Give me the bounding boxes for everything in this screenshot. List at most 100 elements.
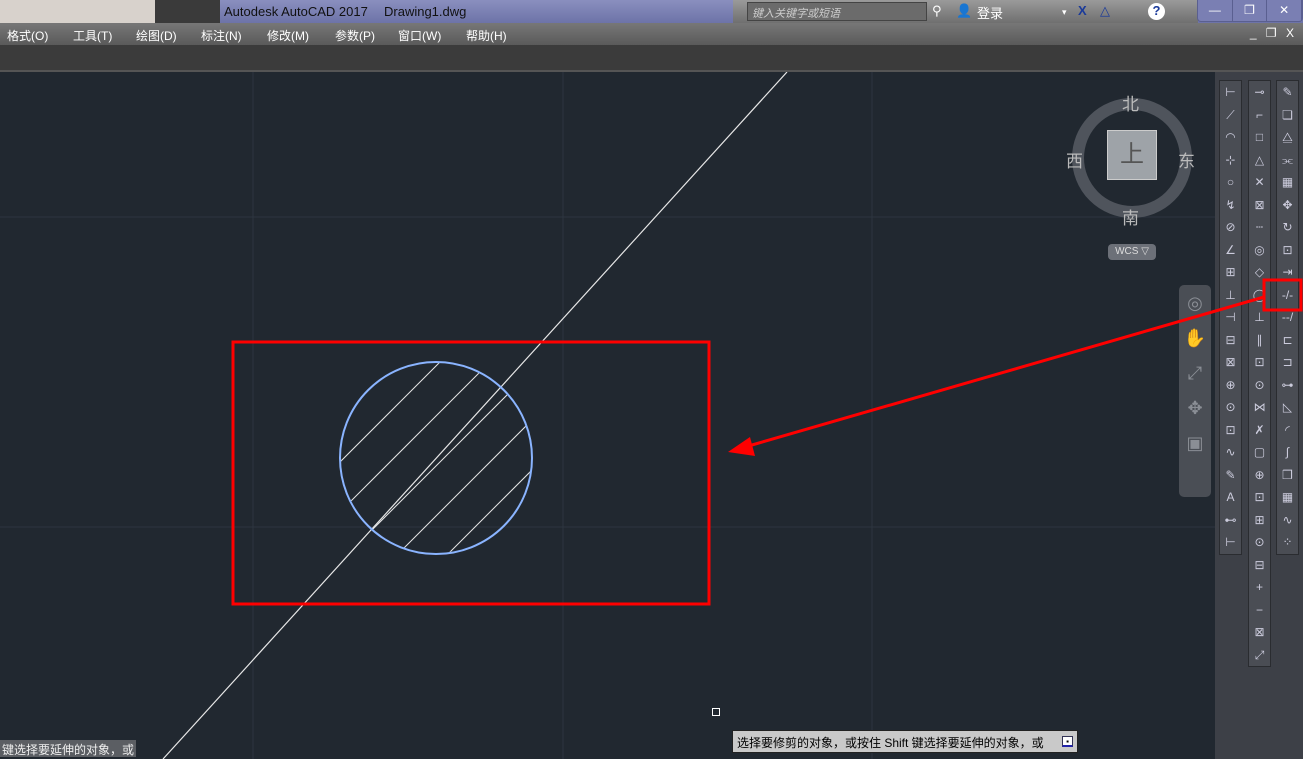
stretch-icon[interactable]: ⇥ [1277,261,1298,284]
pan-icon[interactable]: ✋ [1179,328,1211,363]
mirror-icon[interactable]: ⧋ [1277,126,1298,149]
join-icon[interactable]: ⊶ [1277,374,1298,397]
jogged-icon[interactable]: ↯ [1220,194,1241,217]
extend-icon[interactable]: --/ [1277,306,1298,329]
intersection-icon[interactable]: ✕ [1249,171,1270,194]
steering-wheel-icon[interactable]: ◎ [1179,293,1211,328]
fillet-icon[interactable]: ◜ [1277,419,1298,442]
compass-west[interactable]: 西 [1066,147,1083,172]
a360-icon[interactable]: △ [1100,3,1110,19]
radius-icon[interactable]: ○ [1220,171,1241,194]
help-icon[interactable]: ? [1148,3,1165,20]
linear-dim-icon[interactable]: ⊢ [1220,81,1241,104]
endpoint-icon[interactable]: □ [1249,126,1270,149]
menu-help[interactable]: 帮助(H) [466,27,507,44]
erase-icon[interactable]: ✎ [1277,81,1298,104]
break-at-point-icon[interactable]: ⊏ [1277,329,1298,352]
break-icon[interactable]: ⊠ [1220,351,1241,374]
array-icon[interactable]: ▦ [1277,171,1298,194]
extension-icon[interactable]: ┄ [1249,216,1270,239]
edit-polyline-icon[interactable]: ∿ [1277,509,1298,532]
login-dropdown-icon[interactable]: ▾ [1062,7,1067,18]
inspect-icon[interactable]: ⊡ [1220,419,1241,442]
ordinate-icon[interactable]: ⊹ [1220,149,1241,172]
menu-window[interactable]: 窗口(W) [398,27,441,44]
nearest-icon[interactable]: ⋈ [1249,396,1270,419]
scale-icon[interactable]: ⊡ [1277,239,1298,262]
apparent-int-icon[interactable]: ⊠ [1249,194,1270,217]
quadrant-icon[interactable]: ◇ [1249,261,1270,284]
edit-spline-icon[interactable]: ⁘ [1277,531,1298,554]
arc-length-icon[interactable]: ◠ [1220,126,1241,149]
explode-icon[interactable]: ❒ [1277,464,1298,487]
zoom-out-icon[interactable]: − [1249,599,1270,622]
menu-modify[interactable]: 修改(M) [267,27,309,44]
restore-button[interactable]: ❐ [1233,0,1268,21]
menu-format[interactable]: 格式(O) [7,27,48,44]
orbit-icon[interactable]: ✥ [1179,398,1211,433]
exchange-icon[interactable]: X [1078,3,1087,18]
tolerance-icon[interactable]: ⊕ [1220,374,1241,397]
chamfer-icon[interactable]: ◺ [1277,396,1298,419]
user-icon[interactable]: 👤 [956,3,972,19]
update-icon[interactable]: ⊷ [1220,509,1241,532]
group-icon[interactable]: ▦ [1277,486,1298,509]
temp-track-icon[interactable]: ⊸ [1249,81,1270,104]
wcs-menu[interactable]: WCS ▽ [1108,244,1156,260]
aligned-dim-icon[interactable]: ⟋ [1220,104,1241,127]
perpendicular-icon[interactable]: ⊥ [1249,306,1270,329]
search-input[interactable]: 键入关键字或短语 [747,2,927,21]
zoom-extents-icon[interactable]: ⤢ [1249,644,1270,667]
quick-dim-icon[interactable]: ⊞ [1220,261,1241,284]
compass-north[interactable]: 北 [1122,90,1139,115]
osnap-settings-icon[interactable]: ▢ [1249,441,1270,464]
showmotion-icon[interactable]: ▣ [1179,433,1211,468]
move-icon[interactable]: ✥ [1277,194,1298,217]
zoom-in-icon[interactable]: + [1249,576,1270,599]
offset-icon[interactable]: ⫘ [1277,149,1298,172]
menu-draw[interactable]: 绘图(D) [136,27,177,44]
center-icon[interactable]: ◎ [1249,239,1270,262]
zoom-extents-icon[interactable]: ⤢ [1179,363,1211,398]
construction-line[interactable] [162,72,788,759]
dim-edit-icon[interactable]: ✎ [1220,464,1241,487]
zoom-scale-icon[interactable]: ⊞ [1249,509,1270,532]
drawing-canvas[interactable] [0,72,1215,759]
tooltip-expand-icon[interactable]: ▪ [1062,736,1073,747]
tangent-icon[interactable]: ◯ [1249,284,1270,307]
zoom-dynamic-icon[interactable]: ⊡ [1249,486,1270,509]
zoom-center-icon[interactable]: ⊙ [1249,531,1270,554]
blend-icon[interactable]: ∫ [1277,441,1298,464]
menu-parametric[interactable]: 参数(P) [335,27,375,44]
jogged-linear-icon[interactable]: ∿ [1220,441,1241,464]
insert-icon[interactable]: ⊡ [1249,351,1270,374]
trim-icon[interactable]: -/- [1277,284,1298,307]
compass-east[interactable]: 东 [1178,147,1195,172]
node-icon[interactable]: ⊙ [1249,374,1270,397]
mdi-controls[interactable]: _ ❐ X [1250,26,1297,40]
compass-south[interactable]: 南 [1122,204,1139,229]
space-icon[interactable]: ⊟ [1220,329,1241,352]
menu-dimension[interactable]: 标注(N) [201,27,242,44]
menu-tools[interactable]: 工具(T) [73,27,112,44]
binoculars-icon[interactable]: ⚲ [932,3,942,19]
rotate-icon[interactable]: ↻ [1277,216,1298,239]
break-icon[interactable]: ⊐ [1277,351,1298,374]
close-button[interactable]: ✕ [1267,0,1303,21]
diameter-icon[interactable]: ⊘ [1220,216,1241,239]
copy-icon[interactable]: ❏ [1277,104,1298,127]
minimize-button[interactable]: — [1198,0,1233,21]
zoom-all-icon[interactable]: ⊠ [1249,621,1270,644]
center-mark-icon[interactable]: ⊙ [1220,396,1241,419]
zoom-window-icon[interactable]: ⊕ [1249,464,1270,487]
angular-icon[interactable]: ∠ [1220,239,1241,262]
text-edit-icon[interactable]: A [1220,486,1241,509]
login-button[interactable]: 登录 [977,3,1003,22]
zoom-object-icon[interactable]: ⊟ [1249,554,1270,577]
snap-from-icon[interactable]: ⌐ [1249,104,1270,127]
dim-style-icon[interactable]: ⊢ [1220,531,1241,554]
hatch-pattern[interactable] [230,322,680,572]
parallel-icon[interactable]: ∥ [1249,329,1270,352]
baseline-icon[interactable]: ⊥ [1220,284,1241,307]
midpoint-icon[interactable]: △ [1249,149,1270,172]
